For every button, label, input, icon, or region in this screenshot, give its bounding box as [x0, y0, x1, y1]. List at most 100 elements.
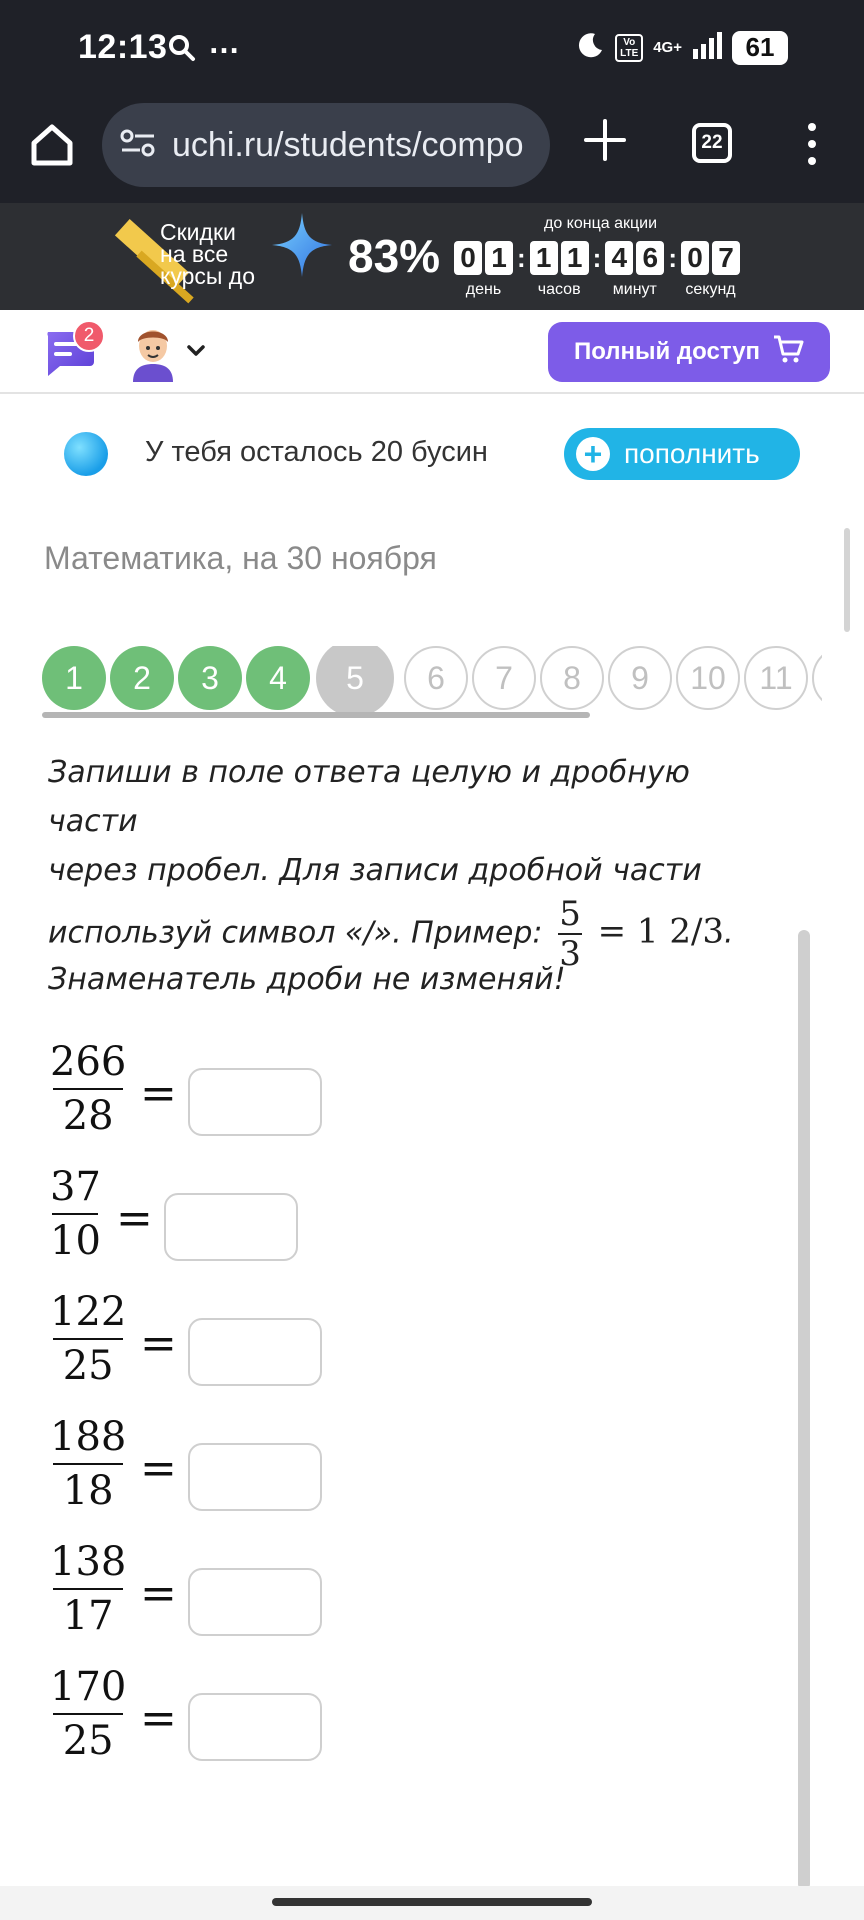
- promo-text-line: на все: [160, 241, 229, 267]
- notification-badge: 2: [73, 320, 105, 352]
- timer-digit: 7: [712, 241, 741, 275]
- sparkle-icon: [270, 211, 334, 284]
- beads-panel: У тебя осталось 20 бусин + пополнить: [0, 396, 864, 506]
- timer-digit: 4: [605, 241, 634, 275]
- equals-sign: =: [140, 1443, 177, 1494]
- answer-input[interactable]: [188, 1318, 322, 1386]
- chevron-down-icon[interactable]: [186, 344, 206, 363]
- step-2[interactable]: 2: [110, 646, 174, 710]
- answer-input[interactable]: [188, 1443, 322, 1511]
- example-numerator: 5: [559, 894, 581, 934]
- answer-input[interactable]: [188, 1568, 322, 1636]
- task-steps: 1 2 3 4 5 6 7 8 9 10 11 12: [42, 646, 822, 720]
- timer-minutes: 46 минут: [605, 241, 665, 299]
- timer-digit: 6: [636, 241, 665, 275]
- home-icon[interactable]: [26, 119, 78, 171]
- discount-percent: 83%: [348, 230, 441, 282]
- step-3[interactable]: 3: [178, 646, 242, 710]
- timer-label: минут: [612, 281, 657, 298]
- numerator: 188: [50, 1414, 127, 1460]
- bead-icon: [64, 432, 108, 476]
- task-line-text: используй символ «/». Пример:: [48, 915, 543, 951]
- battery-indicator: 61: [732, 30, 788, 65]
- timer-hours: 11 часов: [529, 241, 589, 299]
- timer-separator: :: [517, 243, 526, 273]
- step-8[interactable]: 8: [540, 646, 604, 710]
- fraction: 188 18: [50, 1415, 126, 1513]
- timer-separator: :: [668, 243, 678, 273]
- fraction: 138 17: [50, 1540, 126, 1638]
- timer-separator: :: [592, 243, 602, 273]
- task-line: через пробел. Для записи дробной части: [48, 853, 702, 888]
- gesture-bar: [0, 1886, 864, 1920]
- timer-label: день: [465, 281, 502, 298]
- numerator: 37: [50, 1164, 101, 1210]
- timer-digit: 0: [681, 241, 710, 275]
- moon-icon: [575, 30, 605, 65]
- tab-switcher-button[interactable]: 22: [692, 123, 732, 163]
- step-10[interactable]: 10: [676, 646, 740, 710]
- timer-label: секунд: [685, 281, 736, 298]
- status-time: 12:13: [78, 28, 168, 66]
- full-access-label: Полный доступ: [573, 338, 761, 365]
- new-tab-icon[interactable]: [580, 115, 630, 165]
- task-instructions: Запиши в поле ответа целую и дробную час…: [48, 748, 788, 973]
- step-9[interactable]: 9: [608, 646, 672, 710]
- fraction-bar: [53, 1088, 124, 1090]
- numerator: 122: [50, 1289, 127, 1335]
- cart-icon: [772, 334, 804, 371]
- countdown-timer: 01 день : 11 часов : 46 минут : 07 секун…: [454, 241, 741, 299]
- step-1[interactable]: 1: [42, 646, 106, 710]
- denominator: 10: [50, 1218, 101, 1264]
- refill-button[interactable]: + пополнить: [564, 428, 800, 480]
- url-text: uchi.ru/students/compo: [172, 125, 524, 164]
- answer-input[interactable]: [188, 1068, 322, 1136]
- fraction: 170 25: [50, 1665, 126, 1763]
- equals-sign: =: [116, 1193, 153, 1244]
- promo-banner[interactable]: Скидки на все курсы до 83% до конца акци…: [0, 203, 864, 310]
- steps-scroll-indicator[interactable]: [42, 712, 590, 718]
- step-12[interactable]: 12: [812, 646, 822, 710]
- fraction-bar: [53, 1338, 124, 1340]
- home-gesture-handle[interactable]: [272, 1898, 592, 1906]
- example-period: .: [724, 915, 734, 951]
- volte-icon: Vo LTE: [615, 33, 644, 62]
- content-scrollbar[interactable]: [798, 930, 810, 1890]
- example-result: = 1 2/3: [597, 911, 725, 952]
- browser-menu-icon[interactable]: [800, 119, 824, 169]
- fraction-bar: [53, 1588, 124, 1590]
- fraction-bar: [53, 1713, 124, 1715]
- answer-input[interactable]: [164, 1193, 298, 1261]
- denominator: 28: [62, 1093, 114, 1139]
- answer-input[interactable]: [188, 1693, 322, 1761]
- refill-label: пополнить: [624, 438, 760, 469]
- numerator: 138: [50, 1539, 127, 1585]
- numerator: 170: [50, 1664, 127, 1710]
- countdown-caption: до конца акции: [544, 215, 658, 232]
- timer-digit: 1: [485, 241, 513, 275]
- numerator: 266: [50, 1039, 127, 1085]
- avatar[interactable]: [128, 324, 178, 387]
- step-6[interactable]: 6: [404, 646, 468, 710]
- equals-sign: =: [140, 1068, 177, 1119]
- signal-icon: [692, 31, 722, 64]
- promo-text-line: Скидки: [160, 219, 236, 245]
- step-5[interactable]: 5: [316, 646, 394, 717]
- app-header: 2 Полный доступ: [0, 310, 864, 394]
- step-7[interactable]: 7: [472, 646, 536, 710]
- network-type: 4G+: [653, 39, 682, 56]
- step-4[interactable]: 4: [246, 646, 310, 710]
- timer-label: часов: [537, 281, 581, 298]
- denominator: 18: [62, 1468, 114, 1514]
- step-11[interactable]: 11: [744, 646, 808, 710]
- full-access-button[interactable]: Полный доступ: [548, 322, 830, 382]
- timer-days: 01 день: [454, 241, 513, 299]
- fraction-bar: [52, 1213, 99, 1215]
- plus-icon: +: [576, 437, 610, 471]
- site-settings-icon[interactable]: [120, 127, 156, 164]
- task-note: Знаменатель дроби не изменяй!: [48, 962, 566, 997]
- fraction-bar: [53, 1463, 124, 1465]
- address-bar[interactable]: uchi.ru/students/compo: [102, 103, 550, 187]
- page-scrollbar[interactable]: [844, 528, 850, 632]
- browser-toolbar: uchi.ru/students/compo 22: [0, 95, 864, 203]
